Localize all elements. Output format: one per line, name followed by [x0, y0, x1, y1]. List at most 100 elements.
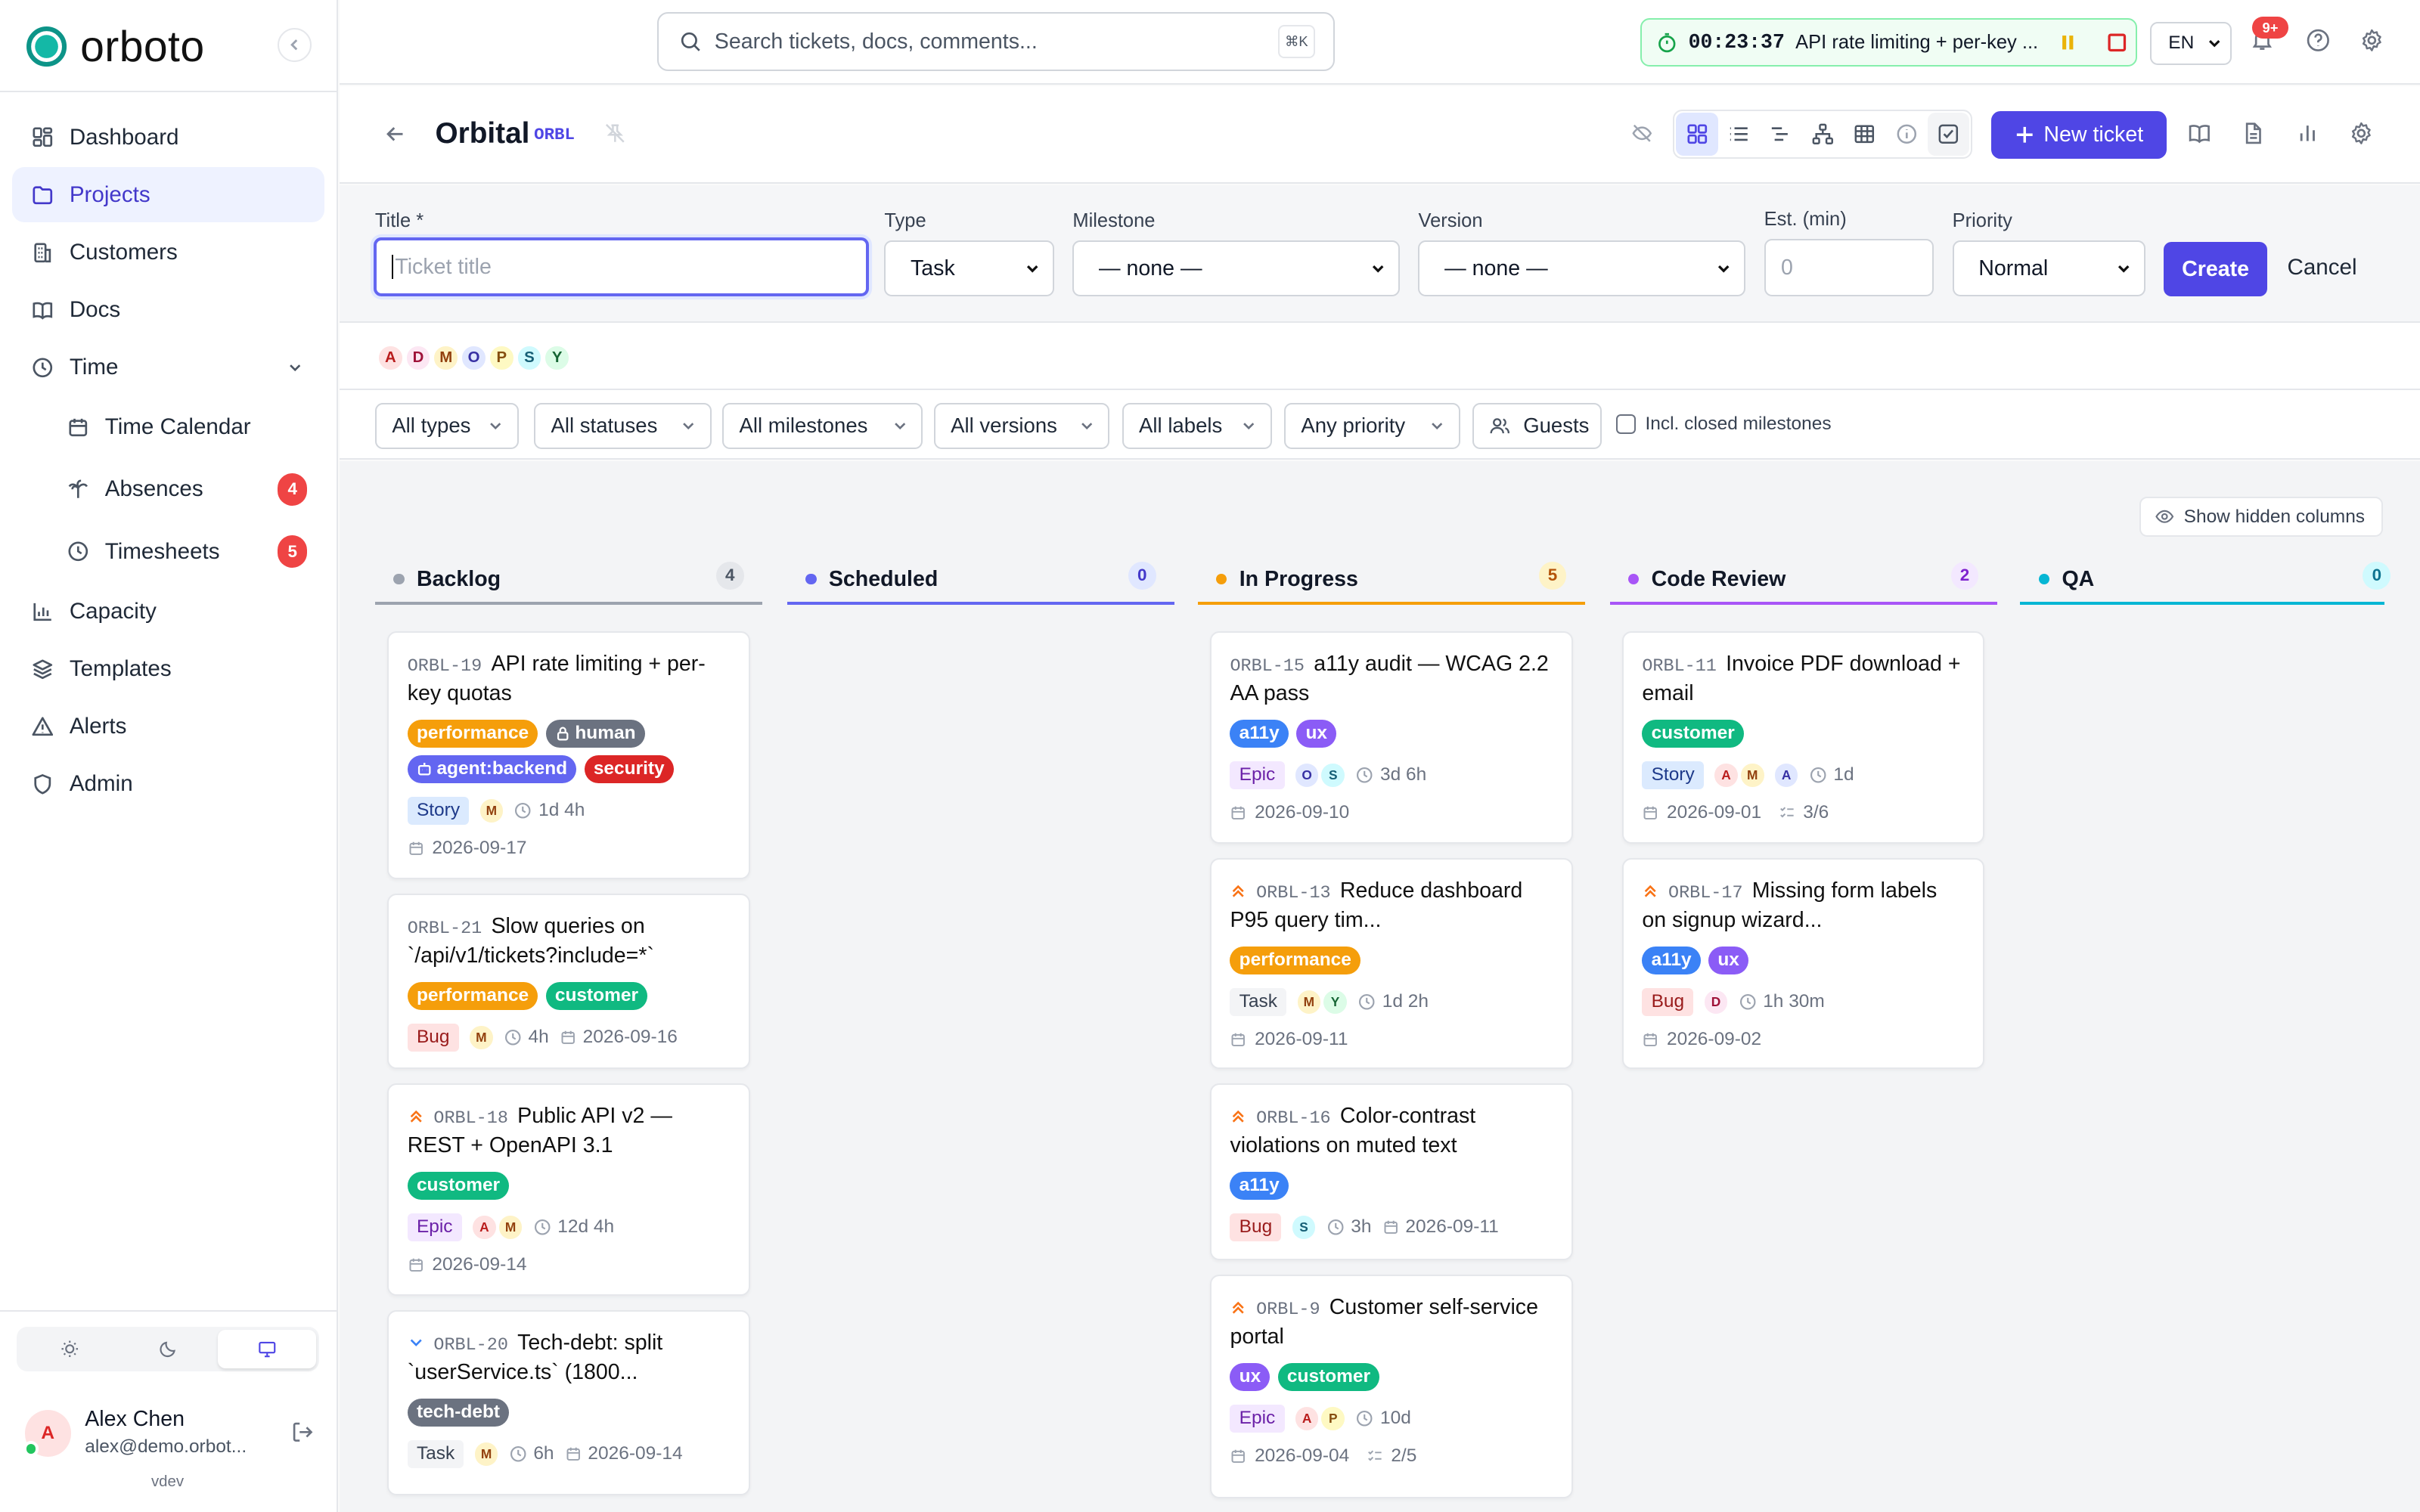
column-header[interactable]: Code Review 2	[1609, 557, 1997, 605]
label-badge: ux	[1296, 719, 1337, 748]
project-settings-button[interactable]	[2340, 110, 2383, 157]
help-button[interactable]	[2306, 28, 2331, 53]
reports-button[interactable]	[2285, 110, 2328, 157]
column-header[interactable]: QA 0	[2020, 557, 2391, 605]
column-qa: QA 0	[2020, 557, 2391, 605]
collapse-sidebar-button[interactable]	[278, 27, 312, 62]
tasks-view-button[interactable]	[1927, 112, 1970, 156]
timeline-view-button[interactable]	[1760, 113, 1801, 156]
column-header[interactable]: Scheduled 0	[786, 557, 1175, 605]
chevron-down-icon	[1373, 265, 1384, 273]
ticket-card[interactable]: ORBL-21 Slow queries on `/api/v1/tickets?…	[387, 893, 750, 1070]
stop-icon[interactable]	[2106, 32, 2128, 54]
include-closed-checkbox[interactable]	[1615, 414, 1637, 435]
estimate-field[interactable]: 0	[1764, 239, 1934, 296]
sidebar-item-dashboard[interactable]: Dashboard	[12, 110, 324, 165]
logout-button[interactable]	[290, 1420, 315, 1445]
milestone-select[interactable]: — none —	[1072, 240, 1400, 296]
ticket-subtasks: 3/6	[1803, 802, 1829, 823]
member-avatar[interactable]: Y	[543, 344, 572, 372]
milestone-filter[interactable]: All milestones	[722, 402, 923, 449]
sidebar-item-capacity[interactable]: Capacity	[12, 584, 324, 639]
column-in-progress: In Progress 5 ORBL-15 a11y audit — WCAG 2.…	[1197, 557, 1585, 1498]
clock-icon	[504, 1030, 521, 1046]
create-button[interactable]: Create	[2164, 242, 2267, 296]
ticket-card[interactable]: ORBL-9 Customer self-service portal ux cu…	[1209, 1274, 1573, 1498]
version-label: Version	[1418, 209, 1483, 231]
ticket-card[interactable]: ORBL-15 a11y audit — WCAG 2.2 AA pass a11…	[1209, 631, 1573, 844]
member-avatar[interactable]: M	[432, 344, 461, 372]
ticket-card[interactable]: ORBL-11 Invoice PDF download + email cust…	[1621, 631, 1985, 844]
priority-filter[interactable]: Any priority	[1283, 402, 1460, 449]
ticket-card[interactable]: ORBL-16 Color-contrast violations on mute…	[1209, 1083, 1573, 1261]
ticket-card[interactable]: ORBL-17 Missing form labels on signup wiz…	[1621, 857, 1985, 1070]
label-filter[interactable]: All labels	[1122, 402, 1272, 449]
column-header[interactable]: In Progress 5	[1197, 557, 1585, 605]
search-shortcut: ⌘K	[1277, 24, 1315, 59]
back-button[interactable]	[384, 123, 406, 145]
sidebar-item-templates[interactable]: Templates	[12, 641, 324, 696]
member-avatar[interactable]: S	[515, 344, 544, 372]
version-filter[interactable]: All versions	[933, 402, 1110, 449]
info-button[interactable]	[1885, 113, 1927, 156]
ticket-subtasks: 2/5	[1391, 1445, 1417, 1467]
priority-select[interactable]: Normal	[1952, 240, 2145, 296]
guests-filter[interactable]: Guests	[1472, 402, 1602, 449]
member-avatar[interactable]: A	[376, 344, 405, 372]
dark-theme-button[interactable]	[119, 1330, 218, 1368]
sidebar-item-absences[interactable]: Absences 4	[12, 460, 324, 520]
include-closed-toggle[interactable]: Incl. closed milestones	[1615, 414, 1832, 435]
sidebar-item-time[interactable]: Time	[12, 339, 324, 395]
status-filter[interactable]: All statuses	[534, 402, 712, 449]
table-icon	[1854, 125, 1875, 144]
show-hidden-label: Show hidden columns	[2183, 506, 2366, 527]
folder-icon	[33, 186, 52, 205]
member-avatar[interactable]: P	[487, 344, 516, 372]
version-value: — none —	[1444, 256, 1548, 280]
assignee-avatar: P	[1321, 1407, 1345, 1430]
search-input[interactable]: Search tickets, docs, comments... ⌘K	[657, 12, 1336, 71]
hide-button[interactable]	[1621, 110, 1664, 157]
settings-button[interactable]	[2360, 28, 2384, 53]
list-view-button[interactable]	[1718, 113, 1760, 156]
assignee-avatar: M	[474, 1442, 498, 1466]
type-select[interactable]: Task	[884, 240, 1054, 296]
ticket-card[interactable]: ORBL-18 Public API v2 — REST + OpenAPI 3.…	[387, 1083, 750, 1297]
app-logo[interactable]: orboto	[25, 22, 205, 72]
board-view-button[interactable]	[1676, 112, 1718, 156]
member-avatar[interactable]: O	[460, 344, 488, 372]
light-theme-button[interactable]	[20, 1330, 119, 1368]
ticket-card[interactable]: ORBL-20 Tech-debt: split `userService.ts`…	[387, 1309, 750, 1495]
sidebar-item-alerts[interactable]: Alerts	[12, 699, 324, 754]
calendar-icon	[69, 418, 87, 437]
ticket-due-date: 2026-09-02	[1666, 1029, 1762, 1050]
sidebar-item-projects[interactable]: Projects	[12, 167, 324, 223]
tree-view-button[interactable]	[1801, 113, 1843, 156]
language-select[interactable]: EN	[2149, 21, 2232, 65]
table-view-button[interactable]	[1844, 113, 1885, 156]
type-filter[interactable]: All types	[374, 402, 519, 449]
title-field[interactable]: Ticket title	[373, 237, 869, 296]
file-button[interactable]	[2232, 110, 2275, 157]
docs-button[interactable]	[2178, 110, 2221, 157]
pause-icon[interactable]	[2059, 33, 2077, 51]
cancel-button[interactable]: Cancel	[2287, 255, 2356, 280]
ticket-card[interactable]: ORBL-13 Reduce dashboard P95 query tim...…	[1209, 857, 1573, 1070]
column-header[interactable]: Backlog 4	[374, 557, 763, 605]
book-icon	[33, 302, 52, 320]
member-avatar[interactable]: D	[404, 344, 433, 372]
active-timer[interactable]: 00:23:37 API rate limiting + per-key ...	[1640, 18, 2138, 67]
unpin-button[interactable]	[603, 122, 627, 145]
ticket-card[interactable]: ORBL-19 API rate limiting + per-key quota…	[387, 631, 750, 880]
new-ticket-button[interactable]: New ticket	[1990, 110, 2167, 160]
version-select[interactable]: — none —	[1418, 240, 1746, 296]
sidebar-item-timesheets[interactable]: Timesheets 5	[12, 522, 324, 582]
ticket-key: ORBL-15	[1230, 656, 1305, 677]
sidebar-item-time-calendar[interactable]: Time Calendar	[12, 397, 324, 457]
sidebar-item-customers[interactable]: Customers	[12, 225, 324, 280]
absences-count-badge: 4	[278, 473, 308, 506]
system-theme-button[interactable]	[217, 1330, 317, 1369]
show-hidden-columns-button[interactable]: Show hidden columns	[2139, 497, 2383, 538]
sidebar-item-admin[interactable]: Admin	[12, 756, 324, 811]
sidebar-item-docs[interactable]: Docs	[12, 282, 324, 337]
